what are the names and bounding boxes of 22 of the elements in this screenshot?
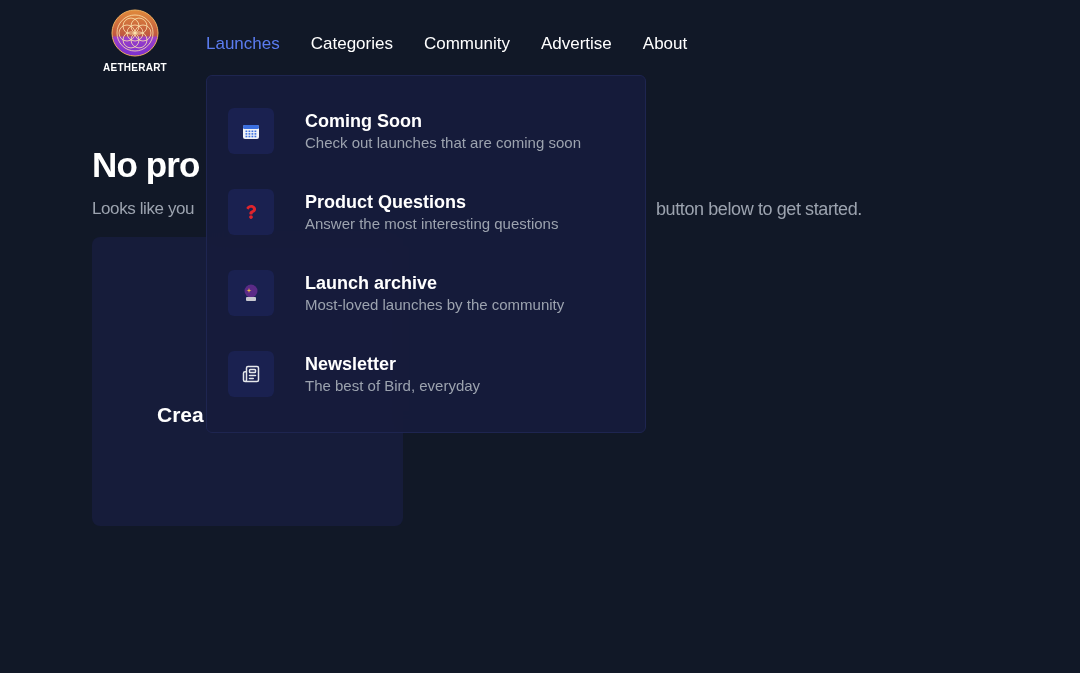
nav-link[interactable]: Launches: [206, 31, 280, 57]
subtitle-text: button below to get started.: [656, 198, 862, 221]
brand-name: AETHERART: [103, 61, 167, 75]
newspaper-icon: [242, 365, 260, 383]
dropdown-item[interactable]: Product Questions Answer the most interesting questions: [228, 189, 645, 235]
item-title: Coming Soon: [305, 110, 423, 133]
item-description: Check out launches that are coming soon: [305, 133, 581, 153]
card-label: Crea: [157, 403, 204, 426]
nav-link[interactable]: Categories: [310, 31, 393, 57]
item-description: Answer the most interesting questions: [305, 214, 559, 234]
item-title: Product Questions: [305, 191, 467, 214]
crystal-ball-icon: [243, 284, 259, 302]
item-title: Newsletter: [305, 353, 398, 376]
nav-link[interactable]: Community: [423, 31, 510, 57]
nav-link[interactable]: Advertise: [540, 31, 612, 57]
nav-link[interactable]: About: [642, 31, 688, 57]
calendar-icon: [242, 122, 260, 140]
page-heading: No pro: [92, 147, 201, 182]
question-mark-icon: [244, 205, 258, 219]
flower-logo-icon: [111, 9, 159, 57]
dropdown-item[interactable]: Coming Soon Check out launches that are coming soon: [228, 108, 645, 154]
subtitle-text: Looks like you: [92, 198, 196, 220]
